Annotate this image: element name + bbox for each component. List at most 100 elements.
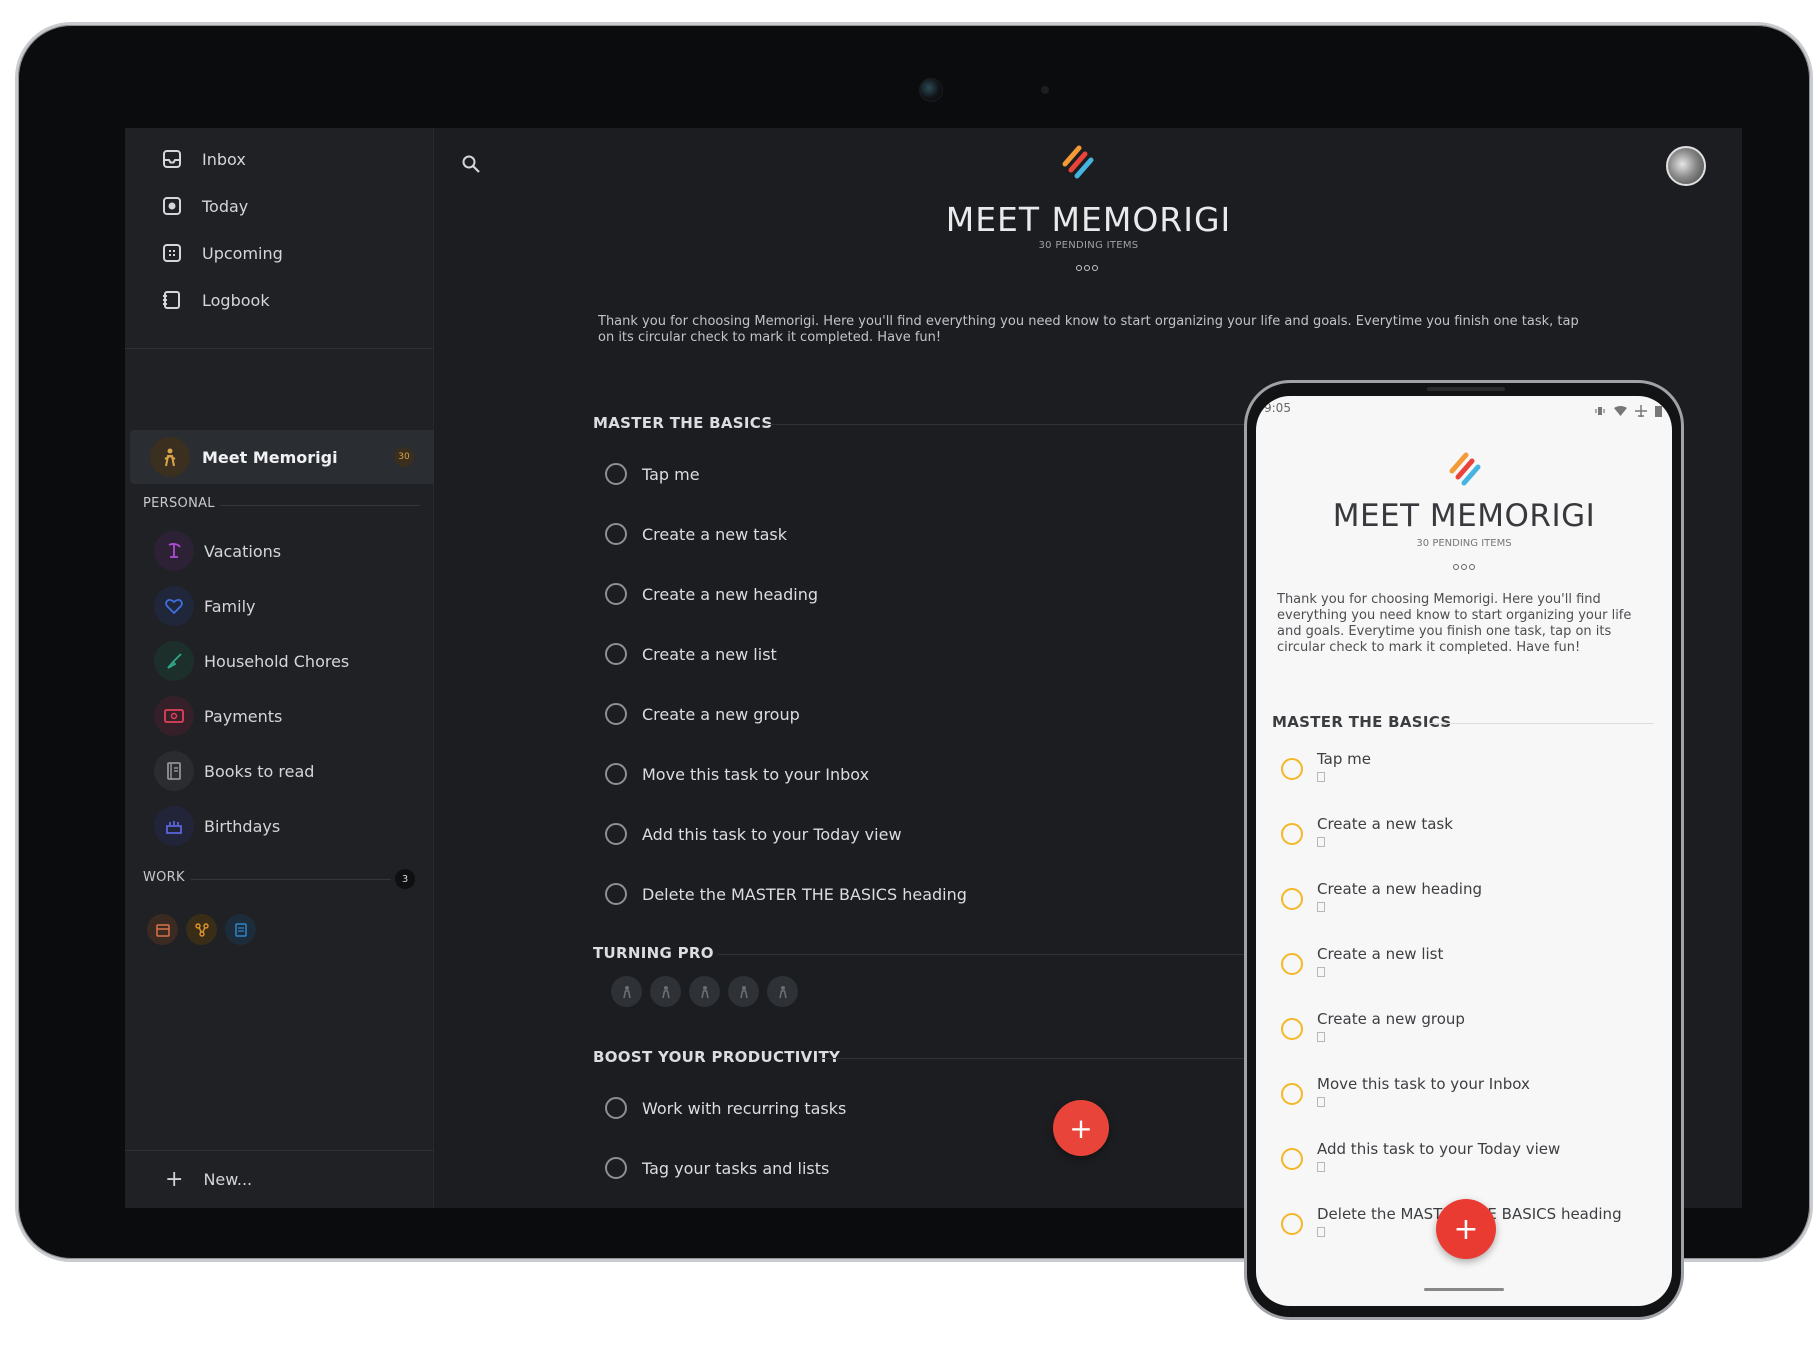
sidebar-item-household-chores[interactable]: Household Chores <box>154 641 349 681</box>
collapsed-tasks[interactable] <box>611 976 798 1007</box>
calendar-icon[interactable] <box>147 914 178 945</box>
new-label: New... <box>203 1170 253 1189</box>
home-indicator[interactable] <box>1424 1288 1504 1291</box>
list-label: Payments <box>204 706 283 726</box>
task-row[interactable]: Create a new task <box>1281 815 1453 855</box>
avatar[interactable] <box>1666 146 1706 186</box>
list-label: Family <box>204 596 256 616</box>
task-checkbox[interactable] <box>1281 888 1303 910</box>
task-row[interactable]: Tap me <box>1281 750 1371 790</box>
sidebar-item-label: Today <box>202 196 249 216</box>
add-task-button[interactable]: + <box>1053 1100 1109 1156</box>
sidebar-item-label: Inbox <box>202 149 246 169</box>
sidebar-item-family[interactable]: Family <box>154 586 255 626</box>
heading-boost-your-productivity[interactable]: BOOST YOUR PRODUCTIVITY <box>593 1048 840 1066</box>
task-checkbox[interactable] <box>1281 1018 1303 1040</box>
task-row[interactable]: Work with recurring tasks <box>605 1093 846 1123</box>
sidebar-item-birthdays[interactable]: Birthdays <box>154 806 280 846</box>
task-row[interactable]: Tap me <box>605 459 700 489</box>
task-checkbox[interactable] <box>1281 953 1303 975</box>
sidebar-item-payments[interactable]: Payments <box>154 696 282 736</box>
task-checkbox[interactable] <box>605 1157 627 1179</box>
task-checkbox[interactable] <box>605 523 627 545</box>
task-label: Tap me <box>1317 750 1372 768</box>
task-label: Create a new task <box>1317 815 1453 833</box>
memorigi-logo-icon <box>1059 142 1099 186</box>
task-placeholder-icon <box>689 976 720 1007</box>
more-options-icon[interactable] <box>1076 265 1098 271</box>
add-task-button[interactable]: + <box>1436 1199 1496 1259</box>
task-checkbox[interactable] <box>605 763 627 785</box>
task-row[interactable]: Create a new heading <box>1281 880 1482 920</box>
task-placeholder-icon <box>728 976 759 1007</box>
sidebar-item-label: Upcoming <box>202 243 283 263</box>
task-checkbox[interactable] <box>605 643 627 665</box>
task-row[interactable]: Create a new heading <box>605 579 818 609</box>
task-checkbox[interactable] <box>605 583 627 605</box>
intro-text: Thank you for choosing Memorigi. Here yo… <box>1277 592 1632 655</box>
task-checkbox[interactable] <box>1281 758 1303 780</box>
task-checkbox[interactable] <box>1281 1213 1303 1235</box>
front-camera <box>919 78 943 102</box>
task-label: Create a new task <box>642 524 787 544</box>
task-checkbox[interactable] <box>1281 1083 1303 1105</box>
task-placeholder-icon <box>650 976 681 1007</box>
sidebar-item-meet-memorigi[interactable]: Meet Memorigi 30 <box>130 430 434 484</box>
task-label: Tap me <box>642 464 700 484</box>
sidebar-item-today[interactable]: Today <box>161 186 248 226</box>
task-label: Tag your tasks and lists <box>642 1158 830 1178</box>
list-label: Vacations <box>204 541 282 561</box>
task-row[interactable]: Add this task to your Today view <box>605 819 902 849</box>
task-checkbox[interactable] <box>605 823 627 845</box>
task-checkbox[interactable] <box>605 1097 627 1119</box>
task-label: Create a new group <box>642 704 800 724</box>
battery-icon <box>1655 402 1662 421</box>
network-icon[interactable] <box>186 914 217 945</box>
sidebar-item-books-to-read[interactable]: Books to read <box>154 751 314 791</box>
palm-tree-icon <box>154 531 194 571</box>
new-list-button[interactable]: + New... <box>125 1150 434 1208</box>
note-icon <box>1317 1162 1325 1172</box>
list-label: Household Chores <box>204 651 350 671</box>
pending-count: 30 PENDING ITEMS <box>1038 240 1139 251</box>
task-label: Delete the MASTER THE BASICS heading <box>642 884 967 904</box>
sidebar-item-inbox[interactable]: Inbox <box>161 139 246 179</box>
task-label: Add this task to your Today view <box>642 824 902 844</box>
task-row[interactable]: Create a new list <box>1281 945 1443 985</box>
project-label: Meet Memorigi <box>202 447 338 467</box>
document-icon[interactable] <box>225 914 256 945</box>
sidebar-item-upcoming[interactable]: Upcoming <box>161 233 283 273</box>
logbook-icon <box>161 289 183 311</box>
task-row[interactable]: Create a new group <box>1281 1010 1465 1050</box>
heading-turning-pro[interactable]: TURNING PRO <box>593 944 714 962</box>
sidebar-item-vacations[interactable]: Vacations <box>154 531 281 571</box>
note-icon <box>1317 837 1325 847</box>
task-checkbox[interactable] <box>605 463 627 485</box>
task-row[interactable]: Create a new list <box>605 639 777 669</box>
task-checkbox[interactable] <box>1281 1148 1303 1170</box>
task-row[interactable]: Move this task to your Inbox <box>1281 1075 1530 1115</box>
meet-memorigi-icon <box>150 437 190 477</box>
task-row[interactable]: Tag your tasks and lists <box>605 1153 829 1183</box>
task-checkbox[interactable] <box>1281 823 1303 845</box>
heading-master-the-basics[interactable]: MASTER THE BASICS <box>593 414 772 432</box>
intro-text: Thank you for choosing Memorigi. Here yo… <box>598 314 1579 345</box>
airplane-icon <box>1635 402 1647 421</box>
status-time: 9:05 <box>1264 401 1291 415</box>
more-options-icon[interactable] <box>1453 564 1475 570</box>
task-label: Add this task to your Today view <box>1317 1140 1561 1158</box>
task-row[interactable]: Create a new group <box>605 699 800 729</box>
cake-icon <box>154 806 194 846</box>
note-icon <box>1317 902 1325 912</box>
task-placeholder-icon <box>767 976 798 1007</box>
task-row[interactable]: Move this task to your Inbox <box>605 759 869 789</box>
task-checkbox[interactable] <box>605 883 627 905</box>
task-row[interactable]: Create a new task <box>605 519 787 549</box>
task-checkbox[interactable] <box>605 703 627 725</box>
heading-master-the-basics[interactable]: MASTER THE BASICS <box>1272 713 1451 731</box>
search-icon[interactable] <box>461 154 481 178</box>
task-row[interactable]: Add this task to your Today view <box>1281 1140 1560 1180</box>
vibrate-icon <box>1594 402 1606 421</box>
task-row[interactable]: Delete the MASTER THE BASICS heading <box>605 879 967 909</box>
sidebar-item-logbook[interactable]: Logbook <box>161 280 270 320</box>
